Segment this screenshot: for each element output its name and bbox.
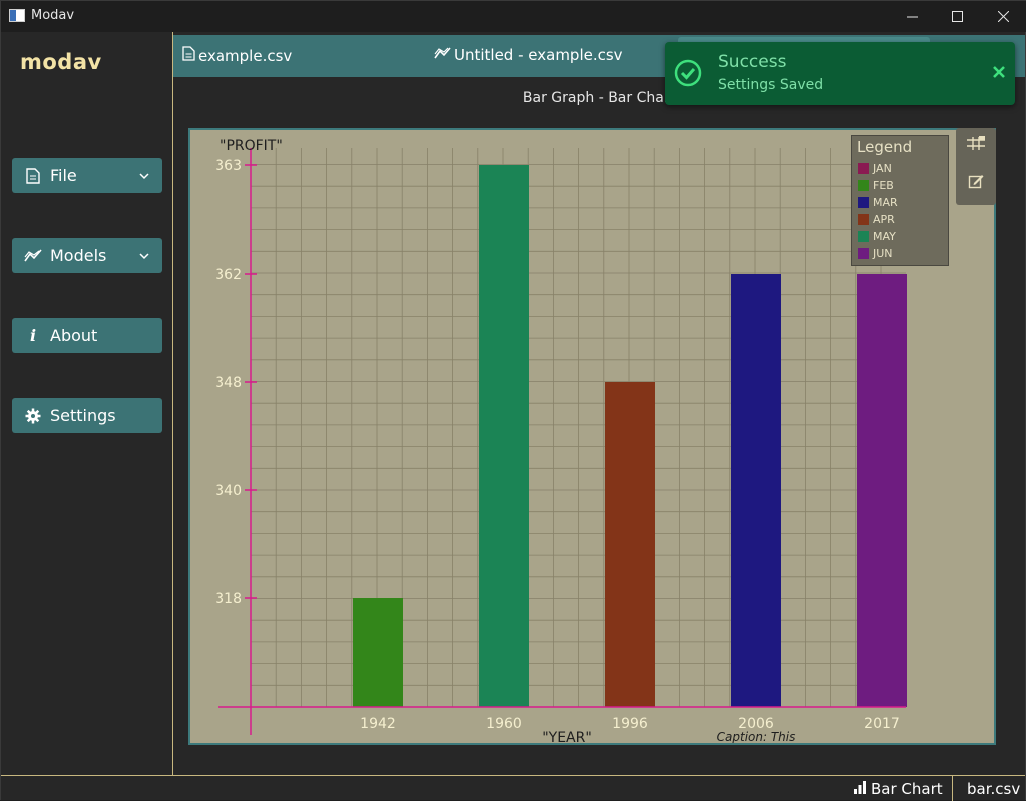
toast-message: Settings Saved: [718, 77, 824, 93]
legend-swatch: [858, 162, 869, 174]
sidebar-item-file[interactable]: File: [12, 158, 162, 193]
line-chart-icon: [434, 46, 451, 64]
bar-1942: [353, 598, 403, 707]
bar-2006: [731, 274, 781, 707]
toast-title: Success: [718, 52, 787, 72]
close-window-button[interactable]: [980, 1, 1026, 32]
bar-chart-icon: [853, 780, 867, 798]
bar-2017: [857, 274, 907, 707]
close-icon: [997, 11, 1009, 22]
minimize-button[interactable]: [889, 1, 935, 32]
status-bar: Bar Chart bar.csv: [1, 775, 1025, 801]
chart-legend: Legend JAN FEB MAR APR MAY JUN: [851, 135, 949, 266]
chart-toolbar: [956, 128, 996, 205]
maximize-icon: [951, 11, 963, 22]
app-logo: modav: [20, 50, 102, 74]
x-tick-label: 1942: [360, 716, 396, 732]
y-axis-title: "PROFIT": [220, 138, 283, 154]
line-chart-icon: [24, 248, 42, 263]
tab-label: example.csv: [198, 46, 293, 65]
legend-label: JAN: [873, 161, 892, 175]
legend-item: MAY: [858, 229, 896, 243]
app-window: Modav modav File Models i About Settings…: [0, 0, 1026, 801]
x-tick-label: 1960: [486, 716, 522, 732]
legend-item: JAN: [858, 161, 892, 175]
tab-label: Untitled - example.csv: [454, 46, 623, 64]
legend-swatch: [858, 247, 869, 259]
status-file[interactable]: bar.csv: [967, 780, 1020, 798]
chevron-down-icon: [138, 167, 150, 186]
legend-item: FEB: [858, 178, 894, 192]
main-content: example.csv Untitled - example.csv Bar G…: [173, 32, 1025, 775]
sidebar: modav File Models i About Settings: [1, 32, 173, 775]
close-icon: [993, 66, 1005, 78]
maximize-button[interactable]: [934, 1, 980, 32]
x-tick-label: 2017: [864, 716, 900, 732]
file-icon: [24, 167, 42, 184]
sidebar-item-settings[interactable]: Settings: [12, 398, 162, 433]
check-circle-icon: [674, 59, 702, 87]
legend-swatch: [858, 213, 869, 225]
app-icon: [9, 9, 25, 22]
file-icon: [182, 46, 195, 65]
chart-caption: Caption: This: [717, 730, 796, 743]
legend-label: JUN: [873, 246, 893, 260]
gear-icon: [24, 408, 42, 424]
sidebar-item-label: File: [50, 166, 77, 185]
legend-label: MAR: [873, 195, 898, 209]
success-toast: Success Settings Saved: [665, 42, 1015, 105]
status-chart-label: Bar Chart: [871, 780, 943, 798]
legend-item: JUN: [858, 246, 893, 260]
minimize-icon: [906, 16, 918, 18]
legend-item: APR: [858, 212, 895, 226]
info-icon: i: [29, 326, 37, 345]
sidebar-item-label: About: [50, 326, 98, 345]
status-chart-type[interactable]: Bar Chart: [853, 780, 943, 798]
title-bar: Modav: [1, 1, 1026, 32]
toast-close-button[interactable]: [993, 62, 1005, 83]
sidebar-item-models[interactable]: Models: [12, 238, 162, 273]
tab-untitled-example-csv[interactable]: Untitled - example.csv: [434, 46, 623, 64]
y-tick-label: 362: [215, 267, 242, 283]
x-axis-title: "YEAR": [542, 730, 592, 743]
y-tick-label: 318: [215, 591, 242, 607]
sidebar-item-label: Settings: [50, 406, 116, 425]
edit-icon[interactable]: [966, 171, 986, 191]
window-title: Modav: [31, 8, 75, 23]
y-tick-label: 348: [215, 375, 242, 391]
legend-item: MAR: [858, 195, 898, 209]
legend-swatch: [858, 196, 869, 208]
legend-label: MAY: [873, 229, 896, 243]
status-separator: [952, 776, 953, 801]
x-tick-label: 1996: [612, 716, 648, 732]
legend-swatch: [858, 179, 869, 191]
bar-1960: [479, 165, 529, 707]
y-tick-label: 340: [215, 483, 242, 499]
sidebar-item-about[interactable]: i About: [12, 318, 162, 353]
tab-example-csv[interactable]: example.csv: [182, 46, 292, 65]
legend-title: Legend: [857, 138, 913, 156]
bar-1996: [605, 382, 655, 707]
chevron-down-icon: [138, 247, 150, 266]
grid-toggle-icon[interactable]: [966, 133, 986, 153]
legend-label: FEB: [873, 178, 894, 192]
y-tick-label: 363: [215, 158, 242, 174]
sidebar-item-label: Models: [50, 246, 107, 265]
legend-swatch: [858, 230, 869, 242]
legend-label: APR: [873, 212, 895, 226]
